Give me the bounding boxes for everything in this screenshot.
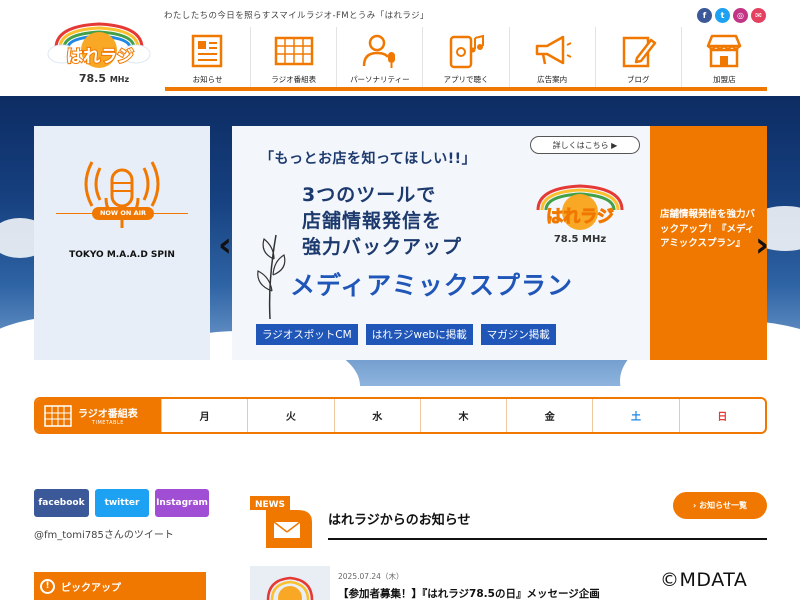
nav-label: ラジオ番組表 bbox=[271, 75, 317, 84]
nav-label: お知らせ bbox=[192, 75, 223, 84]
logo-freq-value: 78.5 bbox=[78, 72, 106, 85]
twitter-button[interactable]: twitter bbox=[95, 489, 149, 517]
now-on-air-badge: NOW ON AIR bbox=[92, 207, 154, 220]
logo-text: はれラジ bbox=[65, 46, 135, 68]
timetable-header[interactable]: ラジオ番組表 TIMETABLE bbox=[36, 399, 161, 432]
banner-logo-icon: はれラジ 78.5 MHz bbox=[536, 184, 624, 245]
banner-main-headline: メディアミックスプラン bbox=[290, 271, 574, 300]
nav-item-news[interactable]: お知らせ bbox=[165, 27, 250, 87]
nav-label: ブログ bbox=[627, 75, 650, 84]
banner-tags: ラジオスポットCM はれラジwebに掲載 マガジン掲載 bbox=[256, 324, 556, 345]
banner-line: 3つのツールで bbox=[302, 184, 437, 206]
nav-item-personality[interactable]: パーソナリティー bbox=[336, 27, 422, 87]
pickup-label: ピックアップ bbox=[61, 582, 121, 594]
hero-banner[interactable]: 「もっとお店を知ってほしい!!」 詳しくはこちら ▶ 3つのツールで 店舗情報発… bbox=[232, 126, 650, 360]
timetable-bar: ラジオ番組表 TIMETABLE 月 火 水 木 金 土 日 bbox=[34, 397, 767, 434]
site-tagline: わたしたちの今日を照らすスマイルラジオ-FMとうみ「はれラジ」 bbox=[164, 11, 429, 21]
leaf-decoration-icon bbox=[257, 234, 286, 320]
store-icon bbox=[707, 34, 742, 68]
timetable-subtitle: TIMETABLE bbox=[91, 420, 124, 426]
svg-text:はれラジ: はれラジ bbox=[546, 207, 614, 227]
news-date: 2025.07.24（木） bbox=[338, 572, 404, 581]
timetable-day-tue[interactable]: 火 bbox=[247, 399, 333, 432]
nav-label: パーソナリティー bbox=[350, 75, 410, 84]
twitter-icon[interactable]: t bbox=[715, 8, 730, 23]
facebook-icon[interactable]: f bbox=[697, 8, 712, 23]
personality-icon bbox=[362, 34, 395, 68]
now-program-title: TOKYO M.A.A.D SPIN bbox=[69, 250, 175, 260]
banner-title: 「もっとお店を知ってほしい!!」 bbox=[260, 151, 477, 167]
instagram-icon[interactable]: ◎ bbox=[733, 8, 748, 23]
site-logo[interactable]: はれラジ 78.5 MHz bbox=[46, 8, 152, 90]
blog-pen-icon bbox=[623, 36, 657, 68]
banner-tag: ラジオスポットCM bbox=[256, 324, 358, 345]
newspaper-icon bbox=[191, 34, 222, 68]
timetable-day-wed[interactable]: 水 bbox=[333, 399, 420, 432]
timetable-title-block: ラジオ番組表 TIMETABLE bbox=[78, 405, 138, 426]
facebook-button[interactable]: facebook bbox=[34, 489, 89, 517]
header-social-links: f t ◎ ✉ bbox=[697, 8, 766, 23]
tweet-feed-link[interactable]: @fm_tomi785さんのツイート bbox=[34, 526, 174, 541]
news-mailbox-icon: NEWS bbox=[250, 496, 312, 548]
banner-line: 強力バックアップ bbox=[302, 236, 463, 258]
megaphone-icon bbox=[535, 35, 572, 65]
pickup-header: ! ピックアップ bbox=[34, 572, 206, 600]
logo-frequency: 78.5 MHz bbox=[64, 72, 144, 85]
timetable-icon bbox=[44, 404, 72, 427]
timetable-day-sat[interactable]: 土 bbox=[592, 399, 678, 432]
hero-carousel: NOW ON AIR TOKYO M.A.A.D SPIN ‹ 「もっとお店を知… bbox=[0, 96, 800, 386]
mail-icon[interactable]: ✉ bbox=[751, 8, 766, 23]
banner-detail-button[interactable]: 詳しくはこちら ▶ bbox=[530, 136, 640, 154]
watermark-text: ©MDATA bbox=[660, 569, 748, 591]
news-badge-text: NEWS bbox=[255, 500, 285, 510]
svg-text:78.5 MHz: 78.5 MHz bbox=[554, 234, 606, 245]
timetable-day-mon[interactable]: 月 bbox=[161, 399, 247, 432]
timetable-title: ラジオ番組表 bbox=[78, 409, 138, 420]
carousel-prev-arrow[interactable]: ‹ bbox=[218, 228, 232, 262]
banner-tag: はれラジwebに掲載 bbox=[365, 324, 473, 345]
phone-music-icon bbox=[449, 34, 484, 69]
microphone-broadcast-icon bbox=[84, 161, 160, 228]
instagram-button[interactable]: Instagram bbox=[155, 489, 209, 517]
carousel-next-arrow[interactable]: › bbox=[755, 228, 769, 262]
main-nav: お知らせ ラジオ番組表 パーソナリティー アプリで聴く 広告案内 ブログ 加盟店 bbox=[165, 27, 767, 91]
nav-label: アプリで聴く bbox=[443, 75, 489, 84]
logo-freq-unit: MHz bbox=[109, 75, 130, 84]
side-promo-text[interactable]: 店舗情報発信を強力バックアップ！『メディアミックスプラン』 bbox=[650, 126, 767, 360]
nav-item-stores[interactable]: 加盟店 bbox=[680, 27, 767, 87]
now-on-air-card[interactable]: NOW ON AIR TOKYO M.A.A.D SPIN bbox=[34, 126, 210, 360]
site-header: はれラジ 78.5 MHz わたしたちの今日を照らすスマイルラジオ-FMとうみ「… bbox=[0, 0, 800, 96]
news-item-title[interactable]: 【参加者募集！】『はれラジ78.5の日』メッセージ企画 bbox=[338, 586, 600, 600]
alert-icon: ! bbox=[40, 578, 55, 594]
page: はれラジ 78.5 MHz わたしたちの今日を照らすスマイルラジオ-FMとうみ「… bbox=[0, 0, 800, 600]
banner-tag: マガジン掲載 bbox=[480, 324, 556, 345]
timetable-day-thu[interactable]: 木 bbox=[419, 399, 506, 432]
timetable-day-sun[interactable]: 日 bbox=[678, 399, 765, 432]
timetable-icon bbox=[274, 36, 313, 66]
news-divider bbox=[328, 538, 767, 540]
sidebar-social-buttons: facebook twitter Instagram bbox=[34, 489, 209, 517]
news-thumbnail[interactable] bbox=[250, 566, 330, 600]
news-section-title: はれラジからのお知らせ bbox=[328, 513, 471, 528]
sun-logo-icon bbox=[266, 576, 314, 600]
timetable-day-fri[interactable]: 金 bbox=[506, 399, 592, 432]
nav-label: 広告案内 bbox=[537, 75, 568, 84]
nav-label: 加盟店 bbox=[713, 75, 736, 84]
nav-item-app[interactable]: アプリで聴く bbox=[422, 27, 508, 87]
nav-item-timetable[interactable]: ラジオ番組表 bbox=[250, 27, 336, 87]
news-list-button[interactable]: › お知らせ一覧 bbox=[673, 492, 767, 519]
banner-line: 店舗情報発信を bbox=[302, 210, 443, 232]
nav-item-ads[interactable]: 広告案内 bbox=[508, 27, 595, 87]
nav-item-blog[interactable]: ブログ bbox=[594, 27, 681, 87]
